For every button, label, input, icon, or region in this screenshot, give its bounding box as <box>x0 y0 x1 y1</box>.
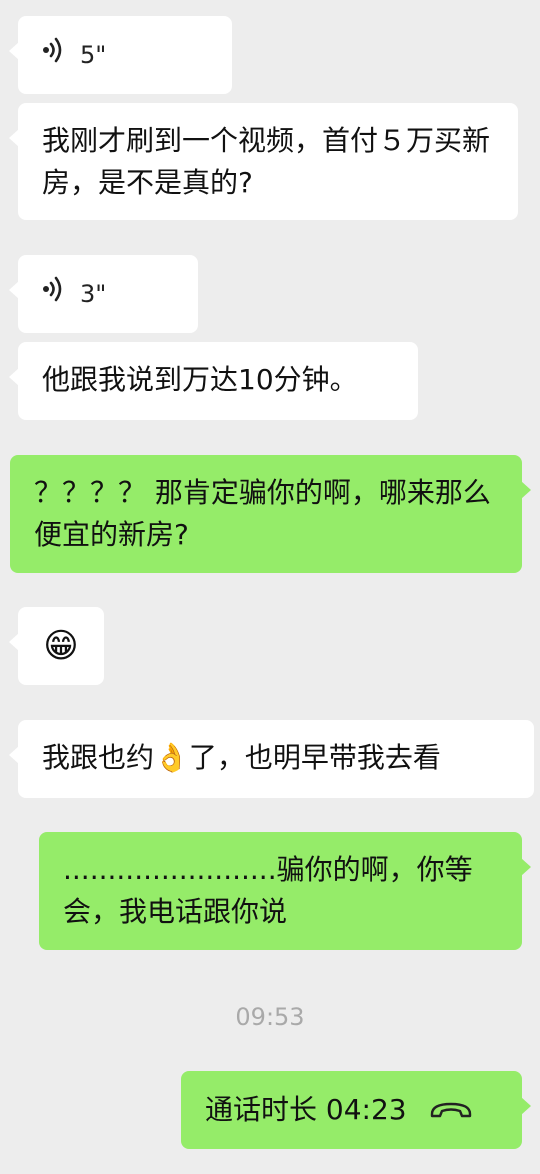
call-duration-label: 通话时长 04:23 <box>205 1093 407 1126</box>
message-bubble[interactable]: 我刚才刷到一个视频，首付５万买新房，是不是真的? <box>9 103 518 220</box>
voice-duration: 5" <box>80 41 107 69</box>
voice-message[interactable]: 5" <box>9 16 232 94</box>
message-bubble[interactable]: 我跟也约👌了，也明早带我去看 <box>9 720 534 798</box>
emoji-message[interactable]: 😁 <box>9 607 104 685</box>
message-text: ........................骗你的啊，你等会，我电话跟你说 <box>63 853 473 928</box>
message-text: 了，也明早带我去看 <box>188 741 441 774</box>
grinning-face-emoji: 😁 <box>43 626 79 666</box>
message-text: 他跟我说到万达10分钟。 <box>42 363 358 396</box>
message-bubble[interactable]: ........................骗你的啊，你等会，我电话跟你说 <box>39 832 531 950</box>
message-bubble[interactable]: 他跟我说到万达10分钟。 <box>9 342 418 420</box>
voice-wave-icon <box>42 34 66 76</box>
call-record-bubble[interactable]: 通话时长 04:23 <box>181 1071 531 1149</box>
voice-wave-icon <box>42 273 66 315</box>
phone-hangup-icon <box>429 1099 473 1121</box>
voice-message[interactable]: 3" <box>9 255 198 333</box>
ok-hand-emoji: 👌 <box>154 741 189 774</box>
message-bubble[interactable]: ？？？？ 那肯定骗你的啊，哪来那么便宜的新房? <box>10 455 531 573</box>
timestamp: 09:53 <box>235 1003 305 1031</box>
message-text: 我跟也约 <box>42 741 155 774</box>
voice-duration: 3" <box>80 280 107 308</box>
message-text: ？？？？ 那肯定骗你的啊，哪来那么便宜的新房? <box>34 476 491 551</box>
message-text: 我刚才刷到一个视频，首付５万买新房，是不是真的? <box>42 124 491 199</box>
